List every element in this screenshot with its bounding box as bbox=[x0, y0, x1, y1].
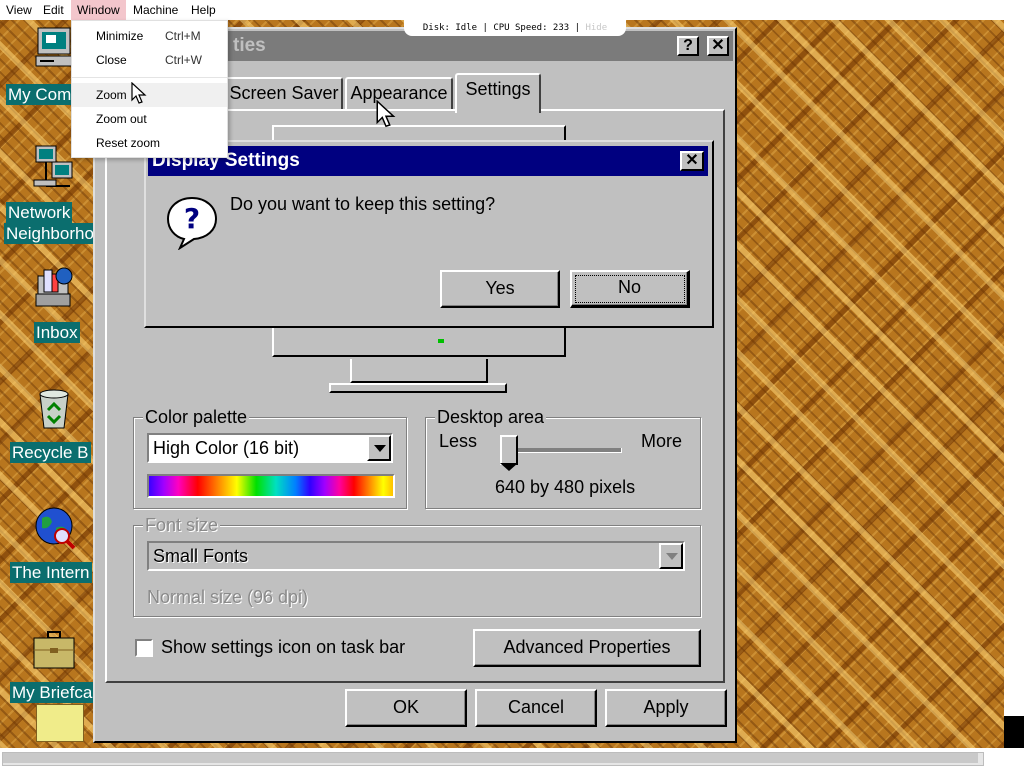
help-button[interactable]: ? bbox=[677, 36, 699, 56]
font-size-select[interactable]: Small Fonts bbox=[147, 541, 685, 571]
desktop-icon-label: Recycle B bbox=[10, 442, 91, 463]
host-menubar: View Edit Window Machine Help bbox=[0, 0, 1024, 20]
menu-item-label: Reset zoom bbox=[96, 136, 161, 150]
dialog-message: Do you want to keep this setting? bbox=[230, 194, 496, 214]
menu-item-label: Zoom bbox=[96, 88, 127, 102]
dialog-title-bar[interactable]: Display Settings ✕ bbox=[148, 146, 708, 176]
cpu-speed: CPU Speed: 233 bbox=[493, 23, 570, 33]
menu-item-reset-zoom[interactable]: Reset zoom bbox=[72, 131, 227, 155]
cancel-button[interactable]: Cancel bbox=[475, 689, 597, 727]
desktop-icon-internet[interactable]: The Intern bbox=[0, 504, 92, 586]
no-button[interactable]: No bbox=[570, 270, 690, 308]
apply-label: Apply bbox=[643, 697, 689, 717]
color-palette-select[interactable]: High Color (16 bit) bbox=[147, 433, 393, 463]
power-led bbox=[438, 339, 444, 343]
desktop-icon-label: Network bbox=[6, 202, 73, 223]
tab-appearance[interactable]: Appearance bbox=[345, 77, 453, 109]
menu-item-label: Minimize bbox=[96, 29, 144, 43]
menu-item-zoom[interactable]: Zoom bbox=[72, 83, 227, 107]
menu-item-shortcut: Ctrl+M bbox=[165, 29, 201, 43]
dialog-close-button[interactable]: ✕ bbox=[680, 151, 704, 171]
briefcase-icon bbox=[33, 631, 75, 669]
menu-item-zoom-out[interactable]: Zoom out bbox=[72, 107, 227, 131]
apply-button[interactable]: Apply bbox=[605, 689, 727, 727]
menu-machine[interactable]: Machine bbox=[127, 0, 184, 20]
advanced-properties-button[interactable]: Advanced Properties bbox=[473, 629, 701, 667]
tab-screen-saver[interactable]: Screen Saver bbox=[225, 77, 343, 109]
menu-view[interactable]: View bbox=[0, 0, 38, 20]
show-settings-icon-checkbox[interactable] bbox=[135, 639, 153, 657]
yes-button[interactable]: Yes bbox=[440, 270, 560, 308]
resolution-slider-thumb[interactable] bbox=[500, 435, 518, 471]
slider-less-label: Less bbox=[439, 431, 478, 451]
menu-item-label: Zoom out bbox=[96, 112, 147, 126]
recycle-bin-icon bbox=[39, 389, 69, 429]
menu-edit[interactable]: Edit bbox=[37, 0, 70, 20]
scrollbar-thumb[interactable] bbox=[3, 753, 978, 763]
menu-item-label: Close bbox=[96, 53, 127, 67]
monitor-neck bbox=[350, 359, 488, 383]
desktop-icon-label: Inbox bbox=[34, 322, 80, 343]
menu-item-shortcut: Ctrl+W bbox=[165, 53, 202, 67]
font-size-label: Font size bbox=[143, 515, 221, 535]
chevron-down-icon bbox=[666, 553, 678, 560]
internet-icon bbox=[35, 507, 76, 550]
desktop-icon-label: My Briefca bbox=[10, 682, 95, 703]
color-palette-value: High Color (16 bit) bbox=[153, 438, 300, 458]
color-spectrum-bar bbox=[147, 474, 395, 498]
properties-title: ties bbox=[233, 35, 266, 56]
advanced-properties-label: Advanced Properties bbox=[503, 637, 671, 657]
color-palette-label: Color palette bbox=[143, 407, 250, 427]
desktop-icon-label: My Com bbox=[6, 84, 74, 105]
no-label: No bbox=[617, 277, 641, 297]
svg-text:?: ? bbox=[184, 202, 200, 235]
font-size-note: Normal size (96 dpi) bbox=[147, 587, 309, 607]
desktop-icon-recycle-bin[interactable]: Recycle B bbox=[0, 384, 92, 466]
right-strip bbox=[1004, 20, 1024, 716]
dropdown-button[interactable] bbox=[367, 435, 391, 461]
emulator-status-bar: Disk: Idle | CPU Speed: 233 | Hide bbox=[404, 20, 626, 36]
corner-block bbox=[1004, 716, 1024, 748]
menu-item-close[interactable]: Close Ctrl+W bbox=[72, 48, 227, 72]
close-button[interactable]: ✕ bbox=[707, 36, 729, 56]
desktop-icon-label: The Intern bbox=[10, 562, 92, 583]
menu-separator bbox=[72, 77, 227, 78]
emulated-cursor-icon bbox=[376, 100, 396, 128]
inbox-icon bbox=[35, 267, 73, 307]
window-menu-dropdown: Minimize Ctrl+M Close Ctrl+W Zoom Zoom o… bbox=[71, 20, 228, 158]
hide-status-button[interactable]: Hide bbox=[585, 23, 607, 33]
yes-label: Yes bbox=[485, 278, 515, 298]
display-settings-dialog: Display Settings ✕ ? Do you want to keep… bbox=[144, 140, 714, 328]
ok-button[interactable]: OK bbox=[345, 689, 467, 727]
desktop-icon-label-line2: Neighborho bbox=[4, 223, 96, 244]
horizontal-scrollbar[interactable] bbox=[0, 748, 1024, 768]
desktop-area-label: Desktop area bbox=[435, 407, 547, 427]
menu-window[interactable]: Window bbox=[71, 0, 126, 20]
disk-status: Disk: Idle bbox=[422, 23, 478, 33]
desktop-icon-inbox[interactable]: Inbox bbox=[0, 264, 92, 344]
tab-settings[interactable]: Settings bbox=[455, 73, 541, 113]
resolution-slider-track[interactable] bbox=[507, 448, 622, 453]
show-settings-icon-label: Show settings icon on task bar bbox=[161, 637, 406, 657]
question-icon: ? bbox=[166, 196, 218, 250]
desktop-icon-briefcase[interactable]: My Briefca bbox=[0, 626, 95, 708]
dropdown-button[interactable] bbox=[659, 543, 683, 569]
partial-folder-icon[interactable] bbox=[36, 704, 84, 742]
monitor-base bbox=[329, 383, 507, 393]
ok-label: OK bbox=[392, 697, 419, 717]
menu-help[interactable]: Help bbox=[185, 0, 222, 20]
font-size-value: Small Fonts bbox=[153, 546, 249, 566]
slider-more-label: More bbox=[641, 431, 683, 451]
cancel-label: Cancel bbox=[507, 697, 565, 717]
menu-item-minimize[interactable]: Minimize Ctrl+M bbox=[72, 24, 227, 48]
mouse-pointer-icon bbox=[131, 82, 147, 104]
chevron-down-icon bbox=[374, 445, 386, 452]
resolution-value: 640 by 480 pixels bbox=[495, 477, 636, 497]
